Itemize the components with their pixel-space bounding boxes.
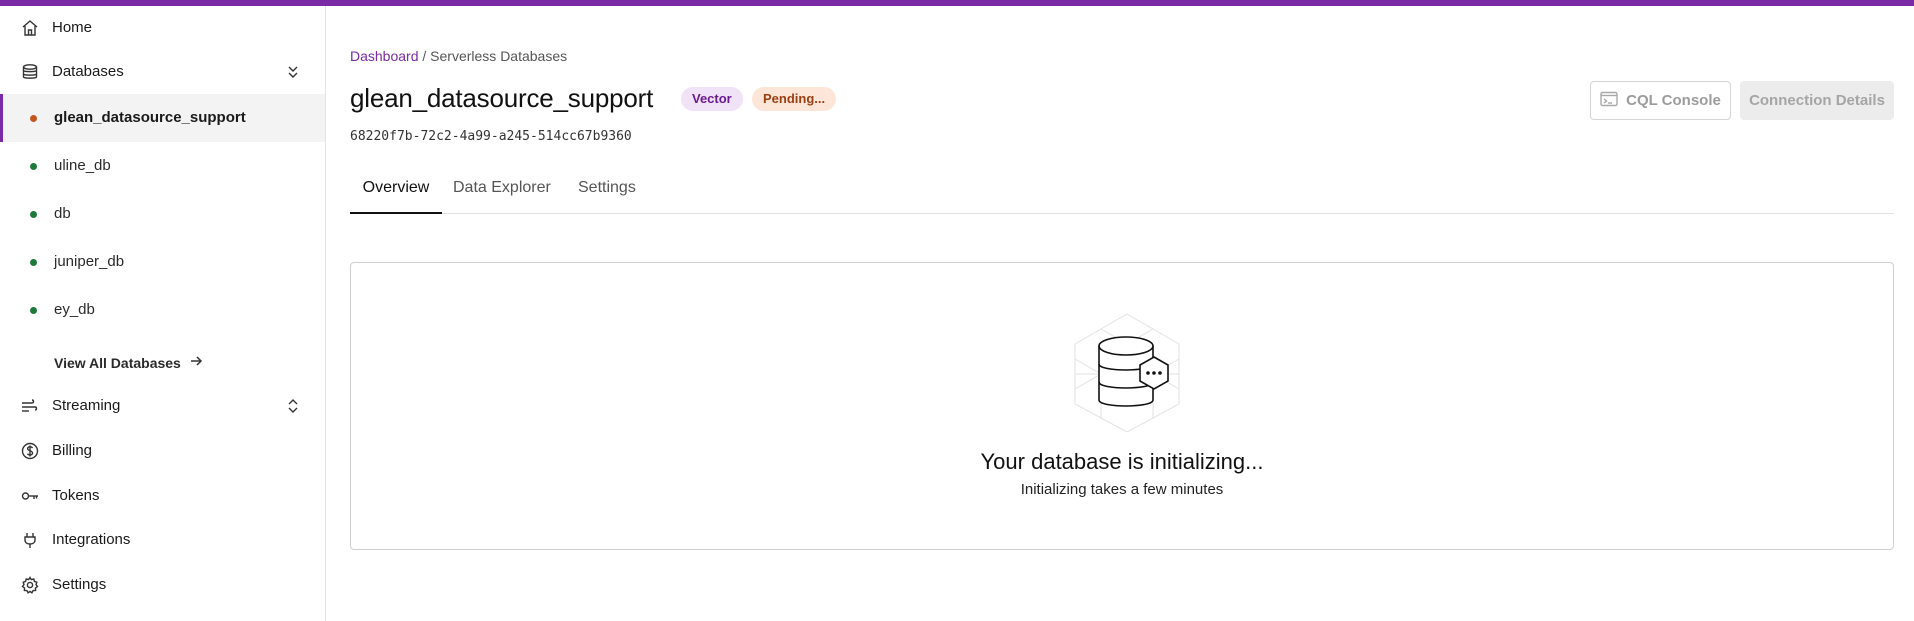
dollar-icon: [20, 441, 40, 461]
home-icon: [20, 18, 40, 38]
terminal-icon: [1600, 91, 1618, 111]
streaming-icon: [20, 396, 40, 416]
gear-icon: [20, 575, 40, 595]
sidebar-item-label: Tokens: [52, 486, 100, 504]
sidebar-item-label: Home: [52, 18, 93, 36]
sidebar-item-label: Streaming: [52, 396, 121, 414]
breadcrumb-dashboard-link[interactable]: Dashboard: [350, 48, 419, 64]
key-icon: [20, 486, 40, 506]
sidebar-item-label: Databases: [52, 62, 124, 80]
sidebar-item-settings[interactable]: Settings: [0, 566, 325, 602]
db-item-label: juniper_db: [54, 253, 125, 270]
chevron-expand-icon[interactable]: [283, 396, 303, 416]
status-card: Your database is initializing... Initial…: [350, 262, 1894, 550]
tab-overview[interactable]: Overview: [350, 170, 442, 214]
connection-details-button[interactable]: Connection Details: [1740, 81, 1894, 120]
tab-label: Data Explorer: [453, 179, 551, 196]
breadcrumb: Dashboard / Serverless Databases: [350, 48, 567, 64]
tab-bar: Overview Data Explorer Settings: [350, 170, 1894, 214]
breadcrumb-separator: /: [418, 48, 431, 64]
sidebar-db-item-glean-datasource-support[interactable]: glean_datasource_support: [0, 94, 325, 142]
initializing-title: Your database is initializing...: [980, 449, 1264, 474]
view-all-databases-link[interactable]: View All Databases: [54, 354, 203, 371]
sidebar-item-integrations[interactable]: Integrations: [0, 521, 325, 557]
sidebar-item-tokens[interactable]: Tokens: [0, 477, 325, 513]
page-title: glean_datasource_support: [350, 83, 654, 113]
database-id: 68220f7b-72c2-4a99-a245-514cc67b9360: [350, 129, 632, 144]
tab-data-explorer[interactable]: Data Explorer: [453, 170, 551, 214]
db-item-label: db: [54, 205, 71, 222]
status-dot-active: [30, 163, 37, 170]
db-item-label: uline_db: [54, 157, 111, 174]
vector-badge: Vector: [681, 87, 743, 111]
chevron-collapse-icon[interactable]: [283, 62, 303, 82]
breadcrumb-current: Serverless Databases: [430, 48, 568, 64]
initializing-subtitle: Initializing takes a few minutes: [1020, 481, 1224, 498]
sidebar-item-billing[interactable]: Billing: [0, 432, 325, 468]
db-item-label: ey_db: [54, 301, 95, 318]
status-badge: Pending...: [752, 87, 837, 111]
cql-console-label: CQL Console: [1626, 92, 1721, 109]
tab-label: Overview: [362, 179, 430, 196]
sidebar-db-item-uline-db[interactable]: uline_db: [0, 142, 325, 190]
status-dot-active: [30, 307, 37, 314]
sidebar-item-label: Billing: [52, 441, 93, 459]
status-dot-active: [30, 211, 37, 218]
arrow-right-icon: [189, 354, 203, 371]
sidebar-item-databases[interactable]: Databases: [0, 53, 325, 89]
status-dot-active: [30, 259, 37, 266]
sidebar-item-streaming[interactable]: Streaming: [0, 387, 325, 423]
tab-settings[interactable]: Settings: [578, 170, 636, 214]
sidebar-item-home[interactable]: Home: [0, 9, 325, 45]
database-initializing-icon: [1067, 312, 1187, 433]
sidebar-db-item-ey-db[interactable]: ey_db: [0, 286, 325, 334]
sidebar-item-label: Settings: [52, 575, 107, 593]
sidebar-db-item-db[interactable]: db: [0, 190, 325, 238]
db-item-label: glean_datasource_support: [54, 109, 246, 126]
tab-label: Settings: [578, 179, 636, 196]
cql-console-button[interactable]: CQL Console: [1590, 81, 1731, 120]
view-all-label: View All Databases: [54, 354, 181, 371]
sidebar: Home Databases glean_datasource_support …: [0, 6, 326, 621]
plug-icon: [20, 530, 40, 550]
status-dot-pending: [30, 115, 37, 122]
connection-details-label: Connection Details: [1749, 92, 1885, 109]
sidebar-db-item-juniper-db[interactable]: juniper_db: [0, 238, 325, 286]
database-icon: [20, 62, 40, 82]
sidebar-item-label: Integrations: [52, 530, 131, 548]
